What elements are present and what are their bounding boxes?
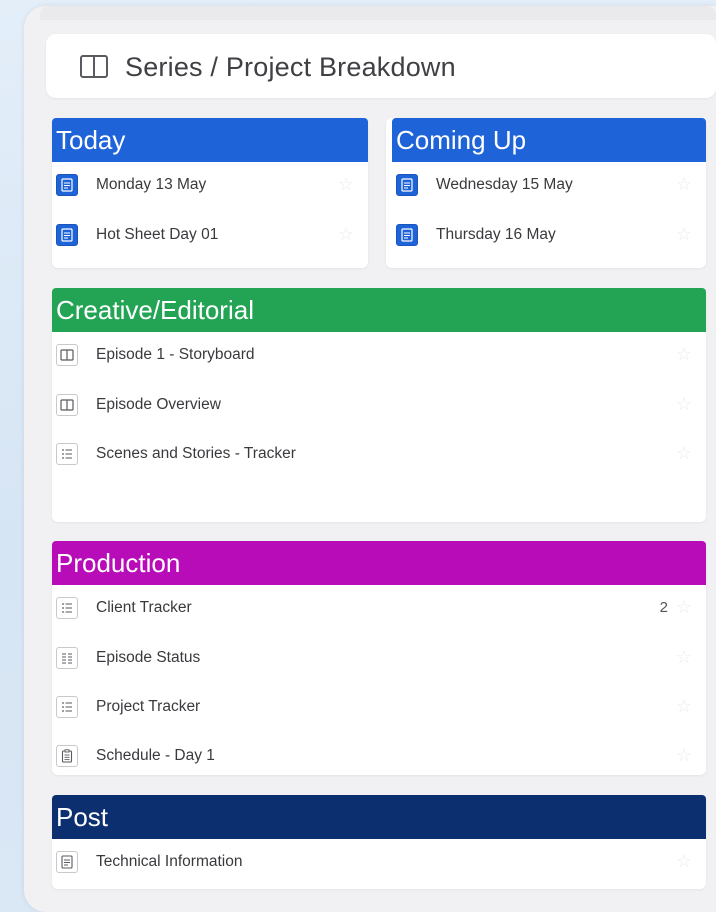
coming-up-header: Coming Up bbox=[392, 118, 706, 162]
creative-editorial-header: Creative/Editorial bbox=[52, 288, 706, 332]
list-item[interactable]: Thursday 16 May ☆ bbox=[392, 212, 706, 260]
list-icon bbox=[56, 696, 78, 718]
star-icon[interactable]: ☆ bbox=[338, 174, 354, 195]
star-icon[interactable]: ☆ bbox=[676, 224, 692, 245]
list-item-label: Project Tracker bbox=[96, 698, 201, 715]
post-section: Post Technical Information ☆ bbox=[52, 795, 706, 889]
today-header: Today bbox=[52, 118, 368, 162]
window-top-edge bbox=[40, 6, 716, 20]
split-layout-icon bbox=[56, 344, 78, 366]
list-item-label: Wednesday 15 May bbox=[436, 176, 573, 193]
list-item[interactable]: Scenes and Stories - Tracker ☆ bbox=[52, 431, 706, 479]
table-list-icon bbox=[56, 647, 78, 669]
star-icon[interactable]: ☆ bbox=[676, 174, 692, 195]
post-header: Post bbox=[52, 795, 706, 839]
document-icon bbox=[56, 174, 78, 196]
list-item-label: Episode Overview bbox=[96, 396, 221, 413]
star-icon[interactable]: ☆ bbox=[676, 696, 692, 717]
list-item[interactable]: Episode Overview ☆ bbox=[52, 382, 706, 430]
production-section: Production Client Tracker 2 ☆ Episode St… bbox=[52, 541, 706, 775]
list-item-label: Technical Information bbox=[96, 853, 243, 870]
list-item[interactable]: Technical Information ☆ bbox=[52, 839, 706, 887]
document-icon bbox=[56, 851, 78, 873]
list-icon bbox=[56, 443, 78, 465]
list-item[interactable]: Schedule - Day 1 ☆ bbox=[52, 733, 706, 781]
star-icon[interactable]: ☆ bbox=[338, 224, 354, 245]
document-icon bbox=[396, 224, 418, 246]
production-header: Production bbox=[52, 541, 706, 585]
list-item-label: Scenes and Stories - Tracker bbox=[96, 445, 296, 462]
list-item-label: Episode Status bbox=[96, 649, 201, 666]
page-header: Series / Project Breakdown bbox=[46, 34, 716, 98]
list-item[interactable]: Episode 1 - Storyboard ☆ bbox=[52, 332, 706, 380]
list-item[interactable]: Monday 13 May ☆ bbox=[52, 162, 368, 210]
star-icon[interactable]: ☆ bbox=[676, 344, 692, 365]
list-item-label: Hot Sheet Day 01 bbox=[96, 226, 219, 243]
item-count-badge: 2 bbox=[659, 599, 668, 616]
clipboard-icon bbox=[56, 745, 78, 767]
split-layout-icon bbox=[80, 55, 108, 78]
document-icon bbox=[396, 174, 418, 196]
list-item[interactable]: Wednesday 15 May ☆ bbox=[392, 162, 706, 210]
star-icon[interactable]: ☆ bbox=[676, 745, 692, 766]
star-icon[interactable]: ☆ bbox=[676, 443, 692, 464]
list-icon bbox=[56, 597, 78, 619]
coming-up-section: Coming Up Wednesday 15 May ☆ Thursday 16… bbox=[386, 118, 706, 268]
star-icon[interactable]: ☆ bbox=[676, 394, 692, 415]
split-layout-icon bbox=[56, 394, 78, 416]
list-item-label: Client Tracker bbox=[96, 599, 192, 616]
list-item[interactable]: Episode Status ☆ bbox=[52, 635, 706, 683]
star-icon[interactable]: ☆ bbox=[676, 597, 692, 618]
list-item[interactable]: Client Tracker 2 ☆ bbox=[52, 585, 706, 633]
star-icon[interactable]: ☆ bbox=[676, 851, 692, 872]
page-title: Series / Project Breakdown bbox=[125, 52, 456, 82]
list-item[interactable]: Project Tracker ☆ bbox=[52, 684, 706, 732]
list-item-label: Schedule - Day 1 bbox=[96, 747, 215, 764]
list-item-label: Monday 13 May bbox=[96, 176, 207, 193]
list-item-label: Episode 1 - Storyboard bbox=[96, 346, 255, 363]
creative-editorial-section: Creative/Editorial Episode 1 - Storyboar… bbox=[52, 288, 706, 522]
today-section: Today Monday 13 May ☆ Hot Sheet Day 01 ☆ bbox=[52, 118, 368, 268]
document-icon bbox=[56, 224, 78, 246]
star-icon[interactable]: ☆ bbox=[676, 647, 692, 668]
list-item[interactable]: Hot Sheet Day 01 ☆ bbox=[52, 212, 368, 260]
list-item-label: Thursday 16 May bbox=[436, 226, 556, 243]
